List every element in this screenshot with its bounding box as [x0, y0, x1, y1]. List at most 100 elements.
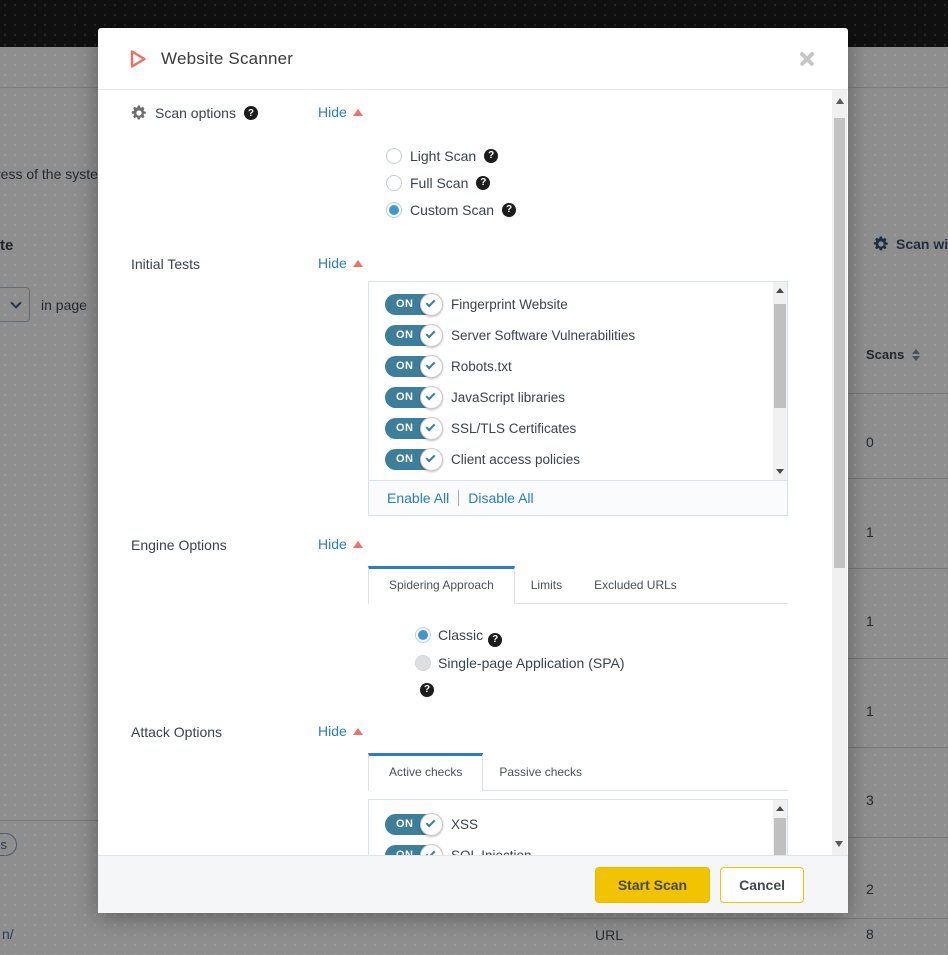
- hide-label: Hide: [318, 536, 347, 552]
- toggle-knob[interactable]: [420, 355, 443, 378]
- initial-tests-hide-link[interactable]: Hide: [318, 255, 363, 271]
- close-icon[interactable]: [796, 48, 818, 70]
- help-icon[interactable]: [244, 106, 258, 120]
- initial-tests-section-header: Initial Tests Hide: [98, 255, 848, 273]
- radio-icon-selected[interactable]: [386, 202, 402, 218]
- toggle-knob[interactable]: [420, 386, 443, 409]
- check-icon: [426, 360, 436, 370]
- collapse-arrow-icon: [353, 541, 363, 548]
- tab-excluded-urls[interactable]: Excluded URLs: [578, 566, 693, 603]
- check-icon: [426, 298, 436, 308]
- enable-all-link[interactable]: Enable All: [387, 490, 449, 506]
- disable-all-link[interactable]: Disable All: [468, 490, 533, 506]
- scroll-down-icon[interactable]: [776, 469, 784, 474]
- radio-light-scan[interactable]: Light Scan: [386, 142, 848, 169]
- collapse-arrow-icon: [353, 728, 363, 735]
- radio-icon[interactable]: [386, 148, 402, 164]
- toggle-label: JavaScript libraries: [451, 390, 565, 405]
- tab-limits[interactable]: Limits: [515, 566, 578, 603]
- scan-options-title: Scan options: [155, 105, 236, 121]
- radio-custom-scan[interactable]: Custom Scan: [386, 196, 848, 223]
- scroll-up-icon[interactable]: [776, 806, 784, 811]
- toggle-label: Client access policies: [451, 452, 580, 467]
- radio-classic[interactable]: Classic: [415, 627, 502, 643]
- toggle-knob[interactable]: [420, 813, 443, 836]
- initial-tests-title: Initial Tests: [131, 256, 200, 272]
- tab-spidering-approach[interactable]: Spidering Approach: [368, 566, 515, 604]
- check-icon: [426, 453, 436, 463]
- radio-label: Light Scan: [410, 148, 476, 164]
- scroll-up-icon[interactable]: [836, 98, 844, 104]
- toggle-knob[interactable]: [420, 417, 443, 440]
- toggle-knob[interactable]: [420, 293, 443, 316]
- scrollbar-thumb[interactable]: [774, 818, 786, 855]
- check-icon: [426, 329, 436, 339]
- list-scrollbar[interactable]: [773, 282, 787, 480]
- scroll-up-icon[interactable]: [776, 288, 784, 293]
- gear-icon: [131, 105, 147, 121]
- initial-tests-list: ON Fingerprint Website ON Server Softwar…: [368, 281, 788, 516]
- list-scrollbar[interactable]: [773, 800, 787, 855]
- check-icon: [426, 818, 436, 828]
- toggle-row-server-software: ON Server Software Vulnerabilities: [385, 320, 787, 351]
- radio-full-scan[interactable]: Full Scan: [386, 169, 848, 196]
- toggle-on-switch[interactable]: ON: [385, 814, 441, 835]
- scroll-down-icon[interactable]: [835, 841, 843, 847]
- radio-label: Custom Scan: [410, 202, 494, 218]
- engine-options-hide-link[interactable]: Hide: [318, 536, 363, 552]
- toggle-row-xss: ON XSS: [385, 809, 787, 840]
- toggle-on-switch[interactable]: ON: [385, 845, 441, 855]
- collapse-arrow-icon: [353, 260, 363, 267]
- tab-active-checks[interactable]: Active checks: [368, 753, 483, 791]
- scan-options-label-group: Scan options: [98, 104, 318, 122]
- toggle-row-javascript-libraries: ON JavaScript libraries: [385, 382, 787, 413]
- toggle-label: Fingerprint Website: [451, 297, 568, 312]
- engine-options-title: Engine Options: [131, 537, 227, 553]
- attack-options-title: Attack Options: [131, 724, 222, 740]
- engine-options-tabs: Spidering Approach Limits Excluded URLs: [368, 566, 788, 604]
- attack-options-section-header: Attack Options Hide: [98, 723, 848, 741]
- toggle-on-switch[interactable]: ON: [385, 356, 441, 377]
- help-icon[interactable]: [488, 633, 502, 647]
- cancel-button[interactable]: Cancel: [720, 867, 804, 903]
- play-icon: [128, 48, 148, 70]
- toggle-label: XSS: [451, 817, 478, 832]
- help-icon[interactable]: [420, 683, 434, 697]
- toggle-on-switch[interactable]: ON: [385, 387, 441, 408]
- start-scan-button[interactable]: Start Scan: [595, 867, 710, 903]
- toggle-row-ssl-tls: ON SSL/TLS Certificates: [385, 413, 787, 444]
- modal-scrollbar[interactable]: [832, 90, 847, 855]
- toggle-row-sql-injection: ON SQL Injection: [385, 840, 787, 855]
- radio-spa[interactable]: Single-page Application (SPA): [415, 652, 625, 697]
- scan-options-hide-link[interactable]: Hide: [318, 104, 363, 120]
- attack-checks-list: ON XSS ON SQL Injection: [368, 799, 788, 855]
- scan-options-section-header: Scan options Hide: [98, 104, 848, 122]
- radio-label: Full Scan: [410, 175, 468, 191]
- modal-body: Scan options Hide Light Scan Full Scan: [98, 90, 848, 855]
- toggle-knob[interactable]: [420, 324, 443, 347]
- hide-label: Hide: [318, 723, 347, 739]
- scrollbar-thumb[interactable]: [834, 118, 845, 568]
- toggle-row-fingerprint-website: ON Fingerprint Website: [385, 289, 787, 320]
- help-icon[interactable]: [502, 203, 516, 217]
- tab-passive-checks[interactable]: Passive checks: [483, 753, 598, 790]
- attack-options-hide-link[interactable]: Hide: [318, 723, 363, 739]
- toggle-knob[interactable]: [420, 448, 443, 471]
- radio-icon-disabled[interactable]: [415, 655, 431, 671]
- scan-type-radio-group: Light Scan Full Scan Custom Scan: [386, 142, 848, 223]
- toggle-row-robots-txt: ON Robots.txt: [385, 351, 787, 382]
- scrollbar-thumb[interactable]: [774, 304, 786, 408]
- engine-options-section-header: Engine Options Hide: [98, 536, 848, 554]
- toggle-on-switch[interactable]: ON: [385, 294, 441, 315]
- toggle-on-switch[interactable]: ON: [385, 418, 441, 439]
- spidering-radio-group: Classic Single-page Application (SPA): [415, 624, 625, 697]
- modal-title: Website Scanner: [161, 49, 796, 69]
- radio-label: Classic: [438, 627, 483, 643]
- help-icon[interactable]: [476, 176, 490, 190]
- toggle-on-switch[interactable]: ON: [385, 449, 441, 470]
- toggle-on-switch[interactable]: ON: [385, 325, 441, 346]
- radio-icon-selected[interactable]: [415, 627, 431, 643]
- modal-header: Website Scanner: [98, 28, 848, 90]
- radio-icon[interactable]: [386, 175, 402, 191]
- help-icon[interactable]: [484, 149, 498, 163]
